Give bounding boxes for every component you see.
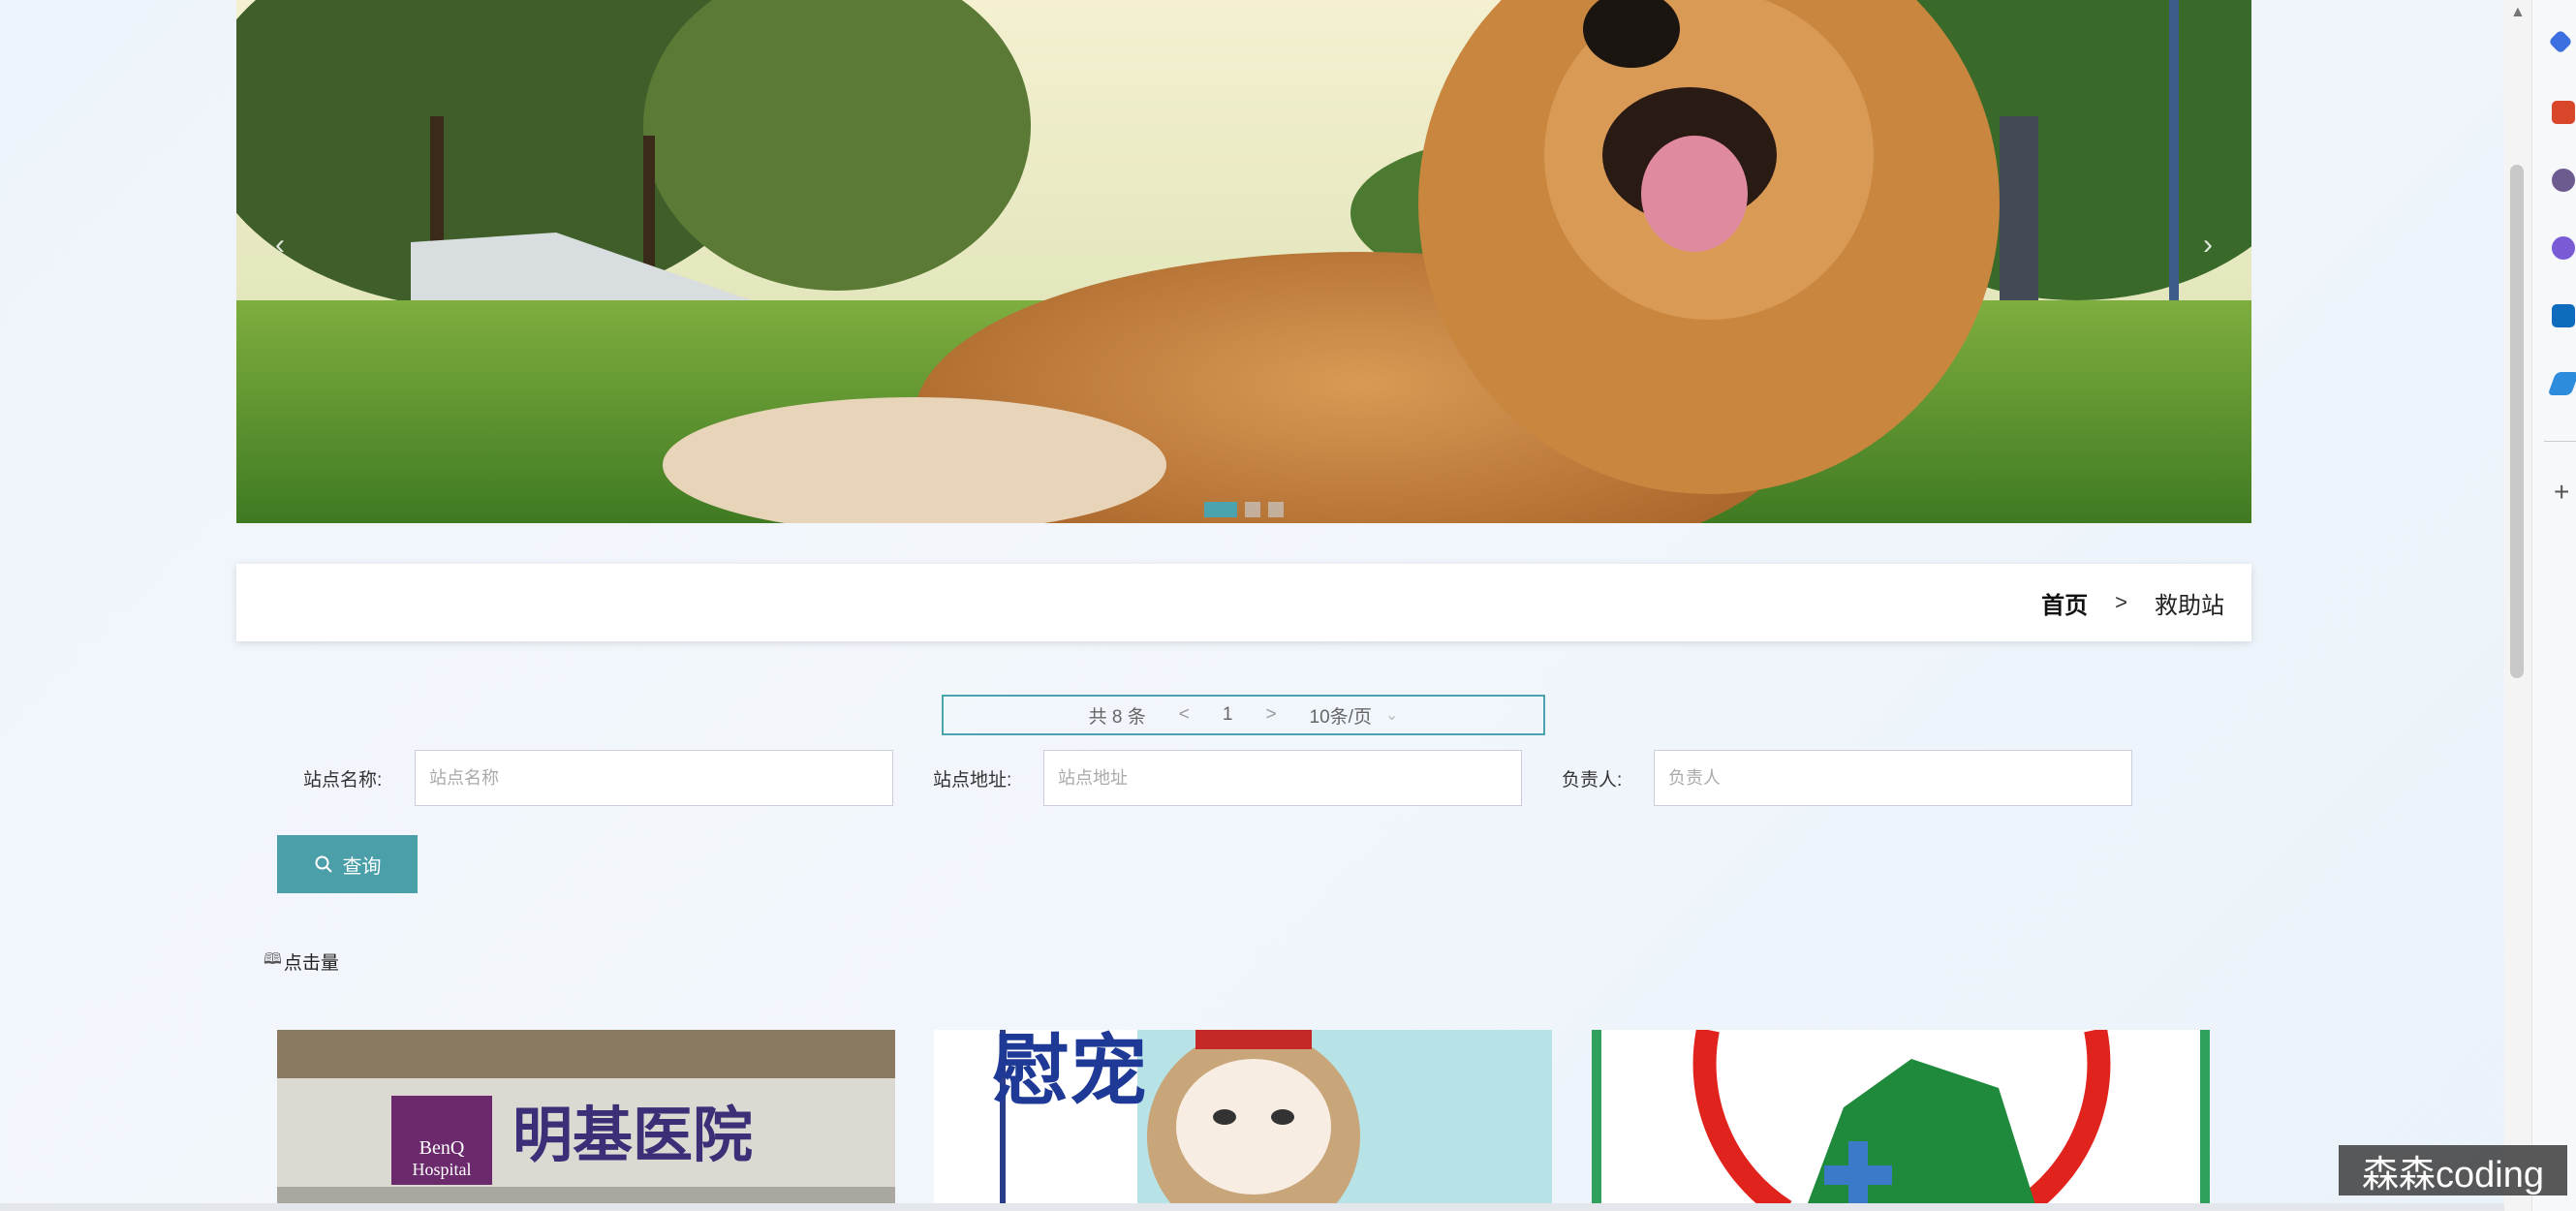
briefcase-icon[interactable] — [2552, 101, 2575, 124]
card-logo-text: BenQ — [419, 1137, 465, 1159]
sidebar-divider — [2544, 441, 2576, 442]
station-card-image: BenQ Hospital 明基医院 — [277, 1030, 895, 1211]
station-card[interactable]: 慰宠 — [934, 1030, 1552, 1211]
dog-banner-image — [236, 0, 2251, 523]
pagination: 共 8 条 < 1 > 10条/页 ⌄ — [942, 695, 1545, 735]
pagination-next-button[interactable]: > — [1265, 704, 1276, 726]
station-card-image — [1592, 1030, 2210, 1211]
pagination-page-number[interactable]: 1 — [1223, 704, 1233, 726]
carousel-prev-button[interactable]: ‹ — [275, 229, 285, 262]
scrollbar-thumb[interactable] — [2510, 165, 2524, 678]
carousel-dot[interactable] — [1204, 502, 1237, 517]
breadcrumb-separator: > — [2115, 590, 2127, 614]
m365-icon[interactable] — [2552, 236, 2575, 260]
outlook-icon[interactable] — [2552, 304, 2575, 327]
pagination-prev-button[interactable]: < — [1179, 704, 1190, 726]
search-button[interactable]: 查询 — [277, 835, 418, 893]
pagination-total: 共 8 条 — [1088, 706, 1146, 728]
banner-carousel[interactable]: ‹ › — [236, 0, 2251, 523]
breadcrumb-home-link[interactable]: 首页 — [2041, 586, 2088, 620]
breadcrumb: 首页 > 救助站 — [2041, 564, 2224, 641]
copilot-icon[interactable] — [2548, 29, 2573, 54]
carousel-indicators — [236, 502, 2251, 517]
manager-input[interactable] — [1654, 750, 2132, 806]
card-logo-text: Hospital — [413, 1160, 472, 1179]
manager-label: 负责人: — [1562, 770, 1623, 791]
carousel-dot[interactable] — [1268, 502, 1284, 517]
carousel-dot[interactable] — [1245, 502, 1260, 517]
carousel-next-button[interactable]: › — [2203, 229, 2213, 262]
page-size-value: 10条/页 — [1309, 706, 1372, 728]
browser-sidebar: + — [2531, 0, 2576, 1211]
send-icon[interactable] — [2547, 372, 2576, 395]
station-address-input[interactable] — [1043, 750, 1522, 806]
search-icon — [315, 855, 332, 873]
card-sign-text: 明基医院 — [512, 1100, 753, 1170]
breadcrumb-current: 救助站 — [2155, 592, 2224, 619]
book-icon: 🕮 — [264, 951, 282, 968]
station-card-image: 慰宠 — [934, 1030, 1552, 1211]
add-icon[interactable]: + — [2554, 477, 2569, 508]
watermark: 森森coding — [2339, 1145, 2567, 1195]
station-card[interactable]: BenQ Hospital 明基医院 — [277, 1030, 895, 1211]
page-bottom-edge — [0, 1203, 2504, 1211]
card-sign-text: 慰宠 — [992, 1030, 1147, 1116]
chevron-down-icon: ⌄ — [1384, 707, 1399, 724]
vertical-scrollbar[interactable]: ▲ — [2504, 0, 2531, 1211]
sort-by-clicks[interactable]: 🕮 点击量 — [264, 948, 339, 975]
breadcrumb-bar: 首页 > 救助站 — [236, 564, 2251, 641]
page: ‹ › 首页 > 救助站 共 8 条 < 1 > 10条/页 ⌄ 站点名称: 站… — [0, 0, 2504, 1211]
station-name-input[interactable] — [415, 750, 893, 806]
page-size-select[interactable]: 10条/页 ⌄ — [1310, 702, 1399, 729]
scroll-up-icon[interactable]: ▲ — [2510, 4, 2526, 21]
station-name-label: 站点名称: — [303, 770, 383, 791]
sort-label-text: 点击量 — [283, 953, 339, 974]
search-button-label: 查询 — [342, 855, 382, 878]
station-card[interactable] — [1592, 1030, 2210, 1211]
person-icon[interactable] — [2552, 169, 2575, 192]
station-address-label: 站点地址: — [933, 770, 1012, 791]
